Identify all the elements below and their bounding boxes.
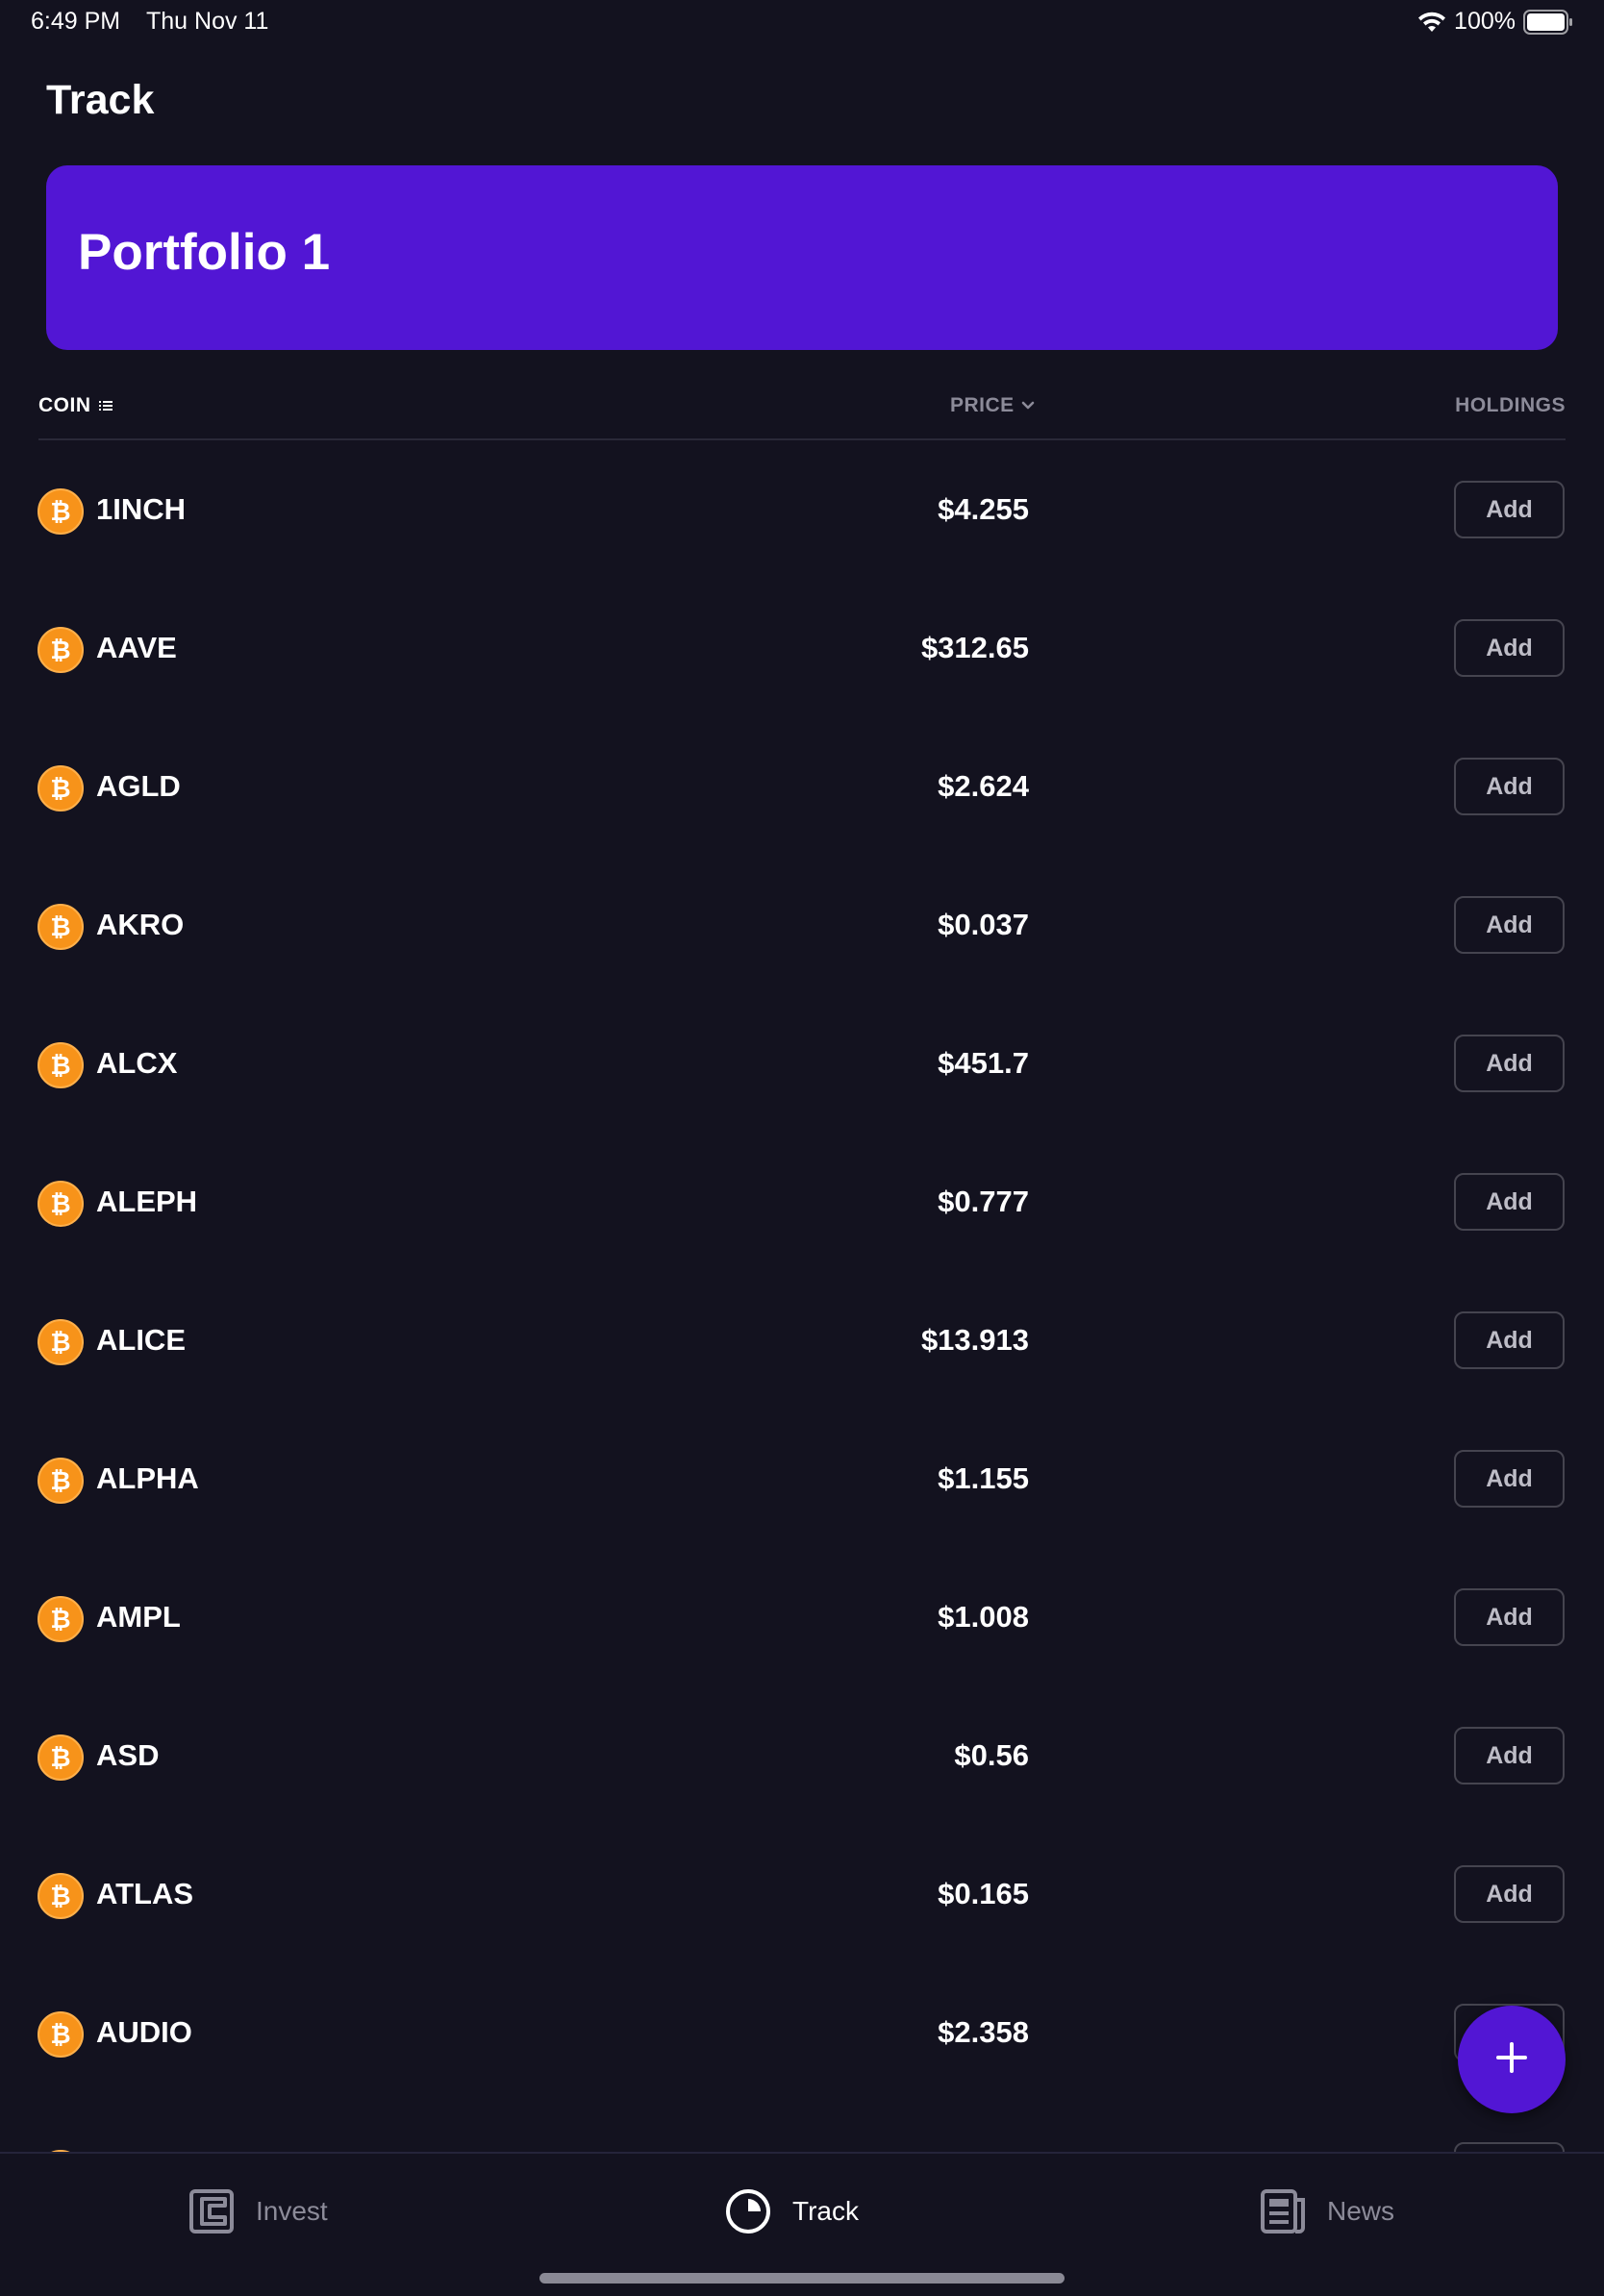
coin-row[interactable]: ₿ ASD $0.56 Add <box>0 1686 1604 1825</box>
page-title: Track <box>46 77 155 123</box>
wifi-icon <box>1417 11 1446 34</box>
nav-label-news: News <box>1327 2196 1395 2226</box>
coin-symbol: ALCX <box>96 1046 178 1080</box>
coin-price: $312.65 <box>920 631 1029 664</box>
add-holding-button[interactable]: Add <box>1454 896 1565 954</box>
add-holding-button[interactable] <box>1454 2142 1565 2152</box>
add-holding-button[interactable]: Add <box>1454 758 1565 815</box>
bottom-nav: Invest Track News <box>0 2152 1604 2296</box>
add-holding-button[interactable]: Add <box>1454 1311 1565 1369</box>
track-screen: 6:49 PM Thu Nov 11 100% Track Portfolio … <box>0 0 1604 2296</box>
battery-percentage: 100% <box>1454 8 1516 35</box>
coin-price: $1.155 <box>938 1461 1029 1495</box>
bitcoin-icon: ₿ <box>38 904 84 950</box>
coin-symbol: ALEPH <box>96 1185 198 1218</box>
bitcoin-icon: ₿ <box>38 2011 84 2058</box>
coin-price: $2.358 <box>938 2015 1029 2049</box>
coin-row[interactable]: ₿ ALPHA $1.155 Add <box>0 1410 1604 1548</box>
home-indicator[interactable] <box>539 2273 1065 2284</box>
coin-row-partial[interactable]: ₿ <box>0 2102 1604 2152</box>
table-header: COIN PRICE HOLDINGS <box>38 385 1566 440</box>
status-date: Thu Nov 11 <box>146 8 269 35</box>
add-holding-button[interactable]: Add <box>1454 1035 1565 1092</box>
plus-icon <box>1492 2038 1531 2082</box>
coin-column-header[interactable]: COIN <box>38 394 113 417</box>
nav-label-track: Track <box>792 2196 859 2226</box>
nav-item-news[interactable]: News <box>1260 2188 1394 2234</box>
nav-item-invest[interactable]: Invest <box>188 2188 328 2234</box>
coin-row[interactable]: ₿ AUDIO $2.358 Add <box>0 1963 1604 2102</box>
coin-price: $2.624 <box>938 769 1029 803</box>
add-holding-button[interactable]: Add <box>1454 1727 1565 1784</box>
add-holding-button[interactable]: Add <box>1454 1588 1565 1646</box>
coin-price: $0.56 <box>954 1738 1029 1772</box>
coin-price: $13.913 <box>920 1323 1029 1357</box>
coin-symbol: AUDIO <box>96 2015 192 2049</box>
add-holding-button[interactable]: Add <box>1454 1173 1565 1231</box>
battery-icon <box>1523 9 1573 35</box>
nav-label-invest: Invest <box>256 2196 328 2226</box>
coin-row[interactable]: ₿ AGLD $2.624 Add <box>0 717 1604 856</box>
coin-column-label: COIN <box>38 394 91 416</box>
coin-symbol: AAVE <box>96 631 177 664</box>
coin-row[interactable]: ₿ ALEPH $0.777 Add <box>0 1133 1604 1271</box>
bitcoin-icon: ₿ <box>38 1458 84 1504</box>
coin-price: $0.165 <box>938 1877 1029 1910</box>
wallet-icon <box>188 2188 235 2234</box>
bitcoin-icon: ₿ <box>38 627 84 673</box>
bitcoin-icon: ₿ <box>38 1734 84 1781</box>
status-time: 6:49 PM <box>31 8 121 35</box>
bitcoin-icon: ₿ <box>38 1042 84 1088</box>
coin-price: $1.008 <box>938 1600 1029 1634</box>
coin-row[interactable]: ₿ AMPL $1.008 Add <box>0 1548 1604 1686</box>
list-sort-icon <box>98 394 113 417</box>
add-holding-button[interactable]: Add <box>1454 619 1565 677</box>
price-column-header[interactable]: PRICE <box>950 394 1036 417</box>
coin-symbol: ALPHA <box>96 1461 199 1495</box>
coin-row[interactable]: ₿ ALCX $451.7 Add <box>0 994 1604 1133</box>
coin-symbol: ALICE <box>96 1323 186 1357</box>
coin-price: $0.777 <box>938 1185 1029 1218</box>
coin-symbol: ASD <box>96 1738 160 1772</box>
add-holding-button[interactable]: Add <box>1454 1450 1565 1508</box>
price-column-label: PRICE <box>950 394 1015 416</box>
status-bar: 6:49 PM Thu Nov 11 100% <box>0 0 1604 46</box>
coin-symbol: 1INCH <box>96 492 187 526</box>
bitcoin-icon: ₿ <box>38 1319 84 1365</box>
coin-row[interactable]: ₿ ATLAS $0.165 Add <box>0 1825 1604 1963</box>
coin-row[interactable]: ₿ ALICE $13.913 Add <box>0 1271 1604 1410</box>
bitcoin-icon: ₿ <box>38 488 84 535</box>
coin-row[interactable]: ₿ 1INCH $4.255 Add <box>0 440 1604 579</box>
bitcoin-icon: ₿ <box>38 1596 84 1642</box>
bitcoin-icon: ₿ <box>38 1181 84 1227</box>
coin-symbol: ATLAS <box>96 1877 194 1910</box>
status-indicators: 100% <box>1417 8 1573 36</box>
bitcoin-icon: ₿ <box>38 1873 84 1919</box>
bitcoin-icon: ₿ <box>38 765 84 811</box>
nav-item-track[interactable]: Track <box>725 2188 859 2234</box>
newspaper-icon <box>1260 2188 1306 2234</box>
coin-price: $4.255 <box>938 492 1029 526</box>
coin-price: $451.7 <box>938 1046 1029 1080</box>
add-holding-button[interactable]: Add <box>1454 1865 1565 1923</box>
coin-row[interactable]: ₿ AKRO $0.037 Add <box>0 856 1604 994</box>
pie-chart-icon <box>725 2188 771 2234</box>
portfolio-name: Portfolio 1 <box>78 224 331 281</box>
coin-symbol: AKRO <box>96 908 185 941</box>
coin-price: $0.037 <box>938 908 1029 941</box>
chevron-down-icon <box>1020 394 1036 417</box>
add-fab-button[interactable] <box>1458 2006 1566 2113</box>
coin-symbol: AGLD <box>96 769 181 803</box>
portfolio-card[interactable]: Portfolio 1 <box>46 165 1558 350</box>
coin-symbol: AMPL <box>96 1600 181 1634</box>
coin-row[interactable]: ₿ AAVE $312.65 Add <box>0 579 1604 717</box>
coin-list[interactable]: ₿ 1INCH $4.255 Add ₿ AAVE $312.65 Add ₿ … <box>0 440 1604 2152</box>
holdings-column-header: HOLDINGS <box>1455 394 1566 416</box>
add-holding-button[interactable]: Add <box>1454 481 1565 538</box>
